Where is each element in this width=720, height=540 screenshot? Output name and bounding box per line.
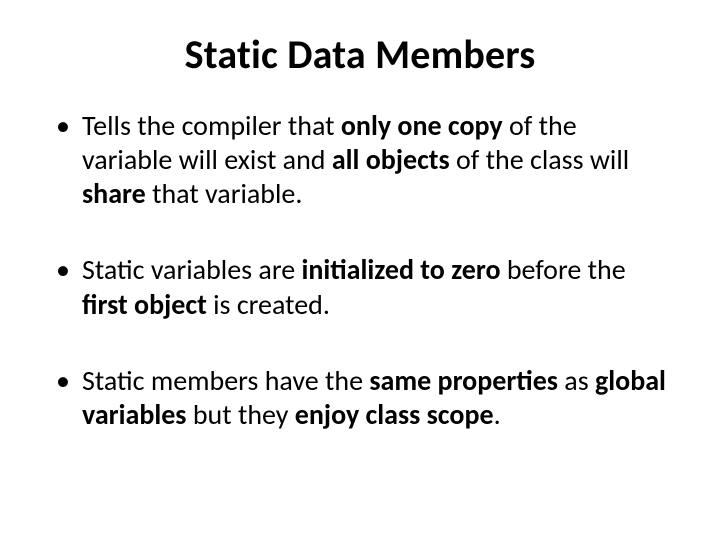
slide-title: Static Data Members	[50, 30, 670, 79]
bullet-list: Tells the compiler that only one copy of…	[50, 109, 670, 432]
bullet-item: Tells the compiler that only one copy of…	[50, 109, 670, 211]
slide: Static Data Members Tells the compiler t…	[0, 0, 720, 540]
bullet-item: Static members have the same properties …	[50, 364, 670, 432]
bullet-item: Static variables are initialized to zero…	[50, 253, 670, 321]
